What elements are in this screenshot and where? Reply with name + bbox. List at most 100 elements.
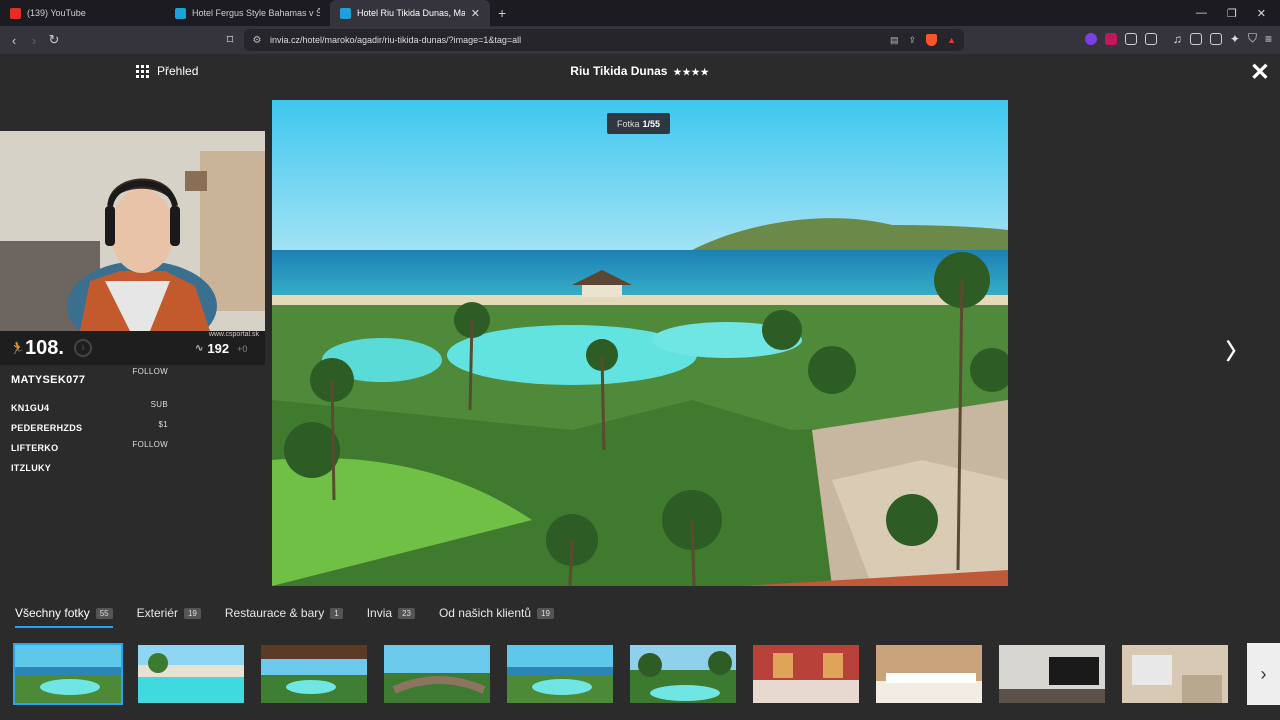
event-type: FOLLOW — [132, 367, 168, 376]
back-icon[interactable]: ‹ — [4, 33, 24, 48]
thumbnail-image — [261, 645, 367, 703]
thumbnail[interactable] — [13, 643, 123, 705]
site-info-icon[interactable]: ⚙ — [244, 35, 270, 46]
forward-icon[interactable]: › — [24, 33, 44, 48]
thumbnail[interactable] — [136, 643, 246, 705]
tab-count: 23 — [398, 607, 415, 619]
viewers-icon: ∿ — [195, 343, 204, 354]
tab-count: 19 — [537, 607, 554, 619]
list-item: LIFTERKO FOLLOW — [0, 438, 175, 458]
thumbnail[interactable] — [382, 643, 492, 705]
rank-value: 108. — [25, 337, 64, 359]
close-tab-icon[interactable]: ✕ — [471, 7, 480, 20]
thumbnails-next-button[interactable]: › — [1247, 643, 1280, 705]
thumbnail[interactable] — [505, 643, 615, 705]
tab-title: (139) YouTube — [27, 8, 86, 18]
runner-icon: 🏃 — [10, 341, 25, 355]
webcam-feed — [0, 131, 265, 331]
thumbnail-image — [753, 645, 859, 703]
event-type: FOLLOW — [132, 440, 168, 449]
tab-title: Hotel Fergus Style Bahamas v Španě... — [192, 8, 320, 18]
thumbnail-image — [999, 645, 1105, 703]
main-photo[interactable] — [272, 100, 1008, 586]
overlay-site: www.csportal.sk — [208, 331, 259, 338]
thumbnail[interactable] — [1120, 643, 1230, 705]
window-controls: — ❐ ✕ — [1196, 7, 1280, 20]
tab-label: Exteriér — [136, 606, 178, 620]
puzzle-icon[interactable] — [1124, 32, 1137, 45]
brave-rewards-icon[interactable]: ▲ — [947, 35, 956, 45]
list-item: MATYSEK077 FOLLOW — [0, 365, 175, 398]
reader-icon[interactable]: ▤ — [890, 35, 899, 46]
browser-toolbar: ‹ › ↻ ⌑ ⚙ invia.cz/hotel/maroko/agadir/r… — [0, 26, 1280, 54]
thumbnail[interactable] — [874, 643, 984, 705]
browser-tab-riu[interactable]: Hotel Riu Tikida Dunas, Maroko ✕ — [330, 0, 490, 26]
list-item: PEDERERHZDS $1 — [0, 418, 175, 438]
next-photo-arrow[interactable]: 〉 — [1226, 334, 1248, 366]
brave-shield-icon[interactable] — [926, 34, 938, 46]
extension-pink-icon[interactable] — [1104, 32, 1117, 45]
tab-invia[interactable]: Invia 23 — [367, 606, 415, 628]
leo-ai-icon[interactable]: ✦ — [1230, 32, 1240, 46]
new-tab-button[interactable]: + — [490, 5, 514, 21]
bookmark-icon[interactable]: ⌑ — [220, 32, 240, 48]
star-rating: ★★★★ — [673, 67, 710, 77]
close-gallery-icon[interactable]: ✕ — [1250, 58, 1270, 87]
music-icon[interactable]: ♫ — [1173, 32, 1182, 46]
address-bar[interactable]: ⚙ invia.cz/hotel/maroko/agadir/riu-tikid… — [244, 29, 964, 51]
tab-count: 55 — [95, 607, 113, 619]
browser-tab-fergus[interactable]: Hotel Fergus Style Bahamas v Španě... — [165, 0, 330, 26]
menu-icon[interactable]: ≡ — [1265, 32, 1272, 46]
webcam-image — [0, 131, 265, 331]
sidebar-icon[interactable] — [1189, 32, 1202, 45]
thumbnail-image — [876, 645, 982, 703]
photo-counter-prefix: Fotka — [617, 118, 640, 129]
thumbnail[interactable] — [628, 643, 738, 705]
vpn-icon[interactable]: ⛉ — [1248, 31, 1257, 46]
extensions-area: ♫ ✦ ⛉ ≡ — [1084, 31, 1272, 46]
hotel-name: Riu Tikida Dunas — [570, 64, 668, 78]
minimize-button[interactable]: — — [1196, 7, 1207, 20]
viewer-count: ∿ 192 +0 — [195, 341, 247, 356]
list-item: KN1GU4 SUB — [0, 398, 175, 418]
tab-label: Všechny fotky — [15, 606, 90, 620]
thumbnail[interactable] — [751, 643, 861, 705]
tab-all-photos[interactable]: Všechny fotky 55 — [15, 606, 113, 628]
thumbnail[interactable] — [259, 643, 369, 705]
screenshot-icon[interactable] — [1144, 32, 1157, 45]
tab-exterior[interactable]: Exteriér 19 — [137, 606, 201, 628]
close-window-button[interactable]: ✕ — [1257, 7, 1266, 20]
event-user: PEDERERHZDS — [11, 423, 83, 433]
tab-client-photos[interactable]: Od našich klientů 19 — [439, 606, 554, 628]
thumbnail[interactable] — [997, 643, 1107, 705]
tab-label: Od našich klientů — [438, 606, 532, 620]
url-text[interactable]: invia.cz/hotel/maroko/agadir/riu-tikida-… — [270, 35, 890, 45]
event-user: MATYSEK077 — [11, 374, 86, 386]
event-user: ITZLUKY — [11, 463, 52, 473]
event-type: SUB — [150, 400, 168, 409]
hotel-title: Riu Tikida Dunas ★★★★ — [0, 64, 1280, 78]
list-item: ITZLUKY — [0, 458, 175, 478]
reload-icon[interactable]: ↻ — [44, 32, 64, 48]
thumbnail-image — [15, 645, 121, 703]
tab-title: Hotel Riu Tikida Dunas, Maroko — [357, 8, 465, 18]
youtube-icon — [10, 7, 21, 19]
resort-photo — [272, 100, 1008, 586]
gallery-header: Přehled Riu Tikida Dunas ★★★★ ✕ — [0, 54, 1280, 88]
browser-tab-youtube[interactable]: (139) YouTube — [0, 0, 165, 26]
event-type: $1 — [158, 420, 168, 429]
tab-label: Restaurace & bary — [224, 606, 325, 620]
tab-label: Invia — [366, 606, 393, 620]
extension-purple-icon[interactable] — [1084, 32, 1097, 45]
viewers-value: 192 — [207, 341, 230, 356]
restore-button[interactable]: ❐ — [1227, 7, 1237, 20]
invia-favicon-icon — [340, 7, 351, 19]
share-icon[interactable]: ⇪ — [909, 35, 917, 46]
wallet-icon[interactable] — [1209, 32, 1222, 45]
thumbnail-image — [138, 645, 244, 703]
rank-badge-icon: i — [74, 339, 92, 357]
tab-restaurants[interactable]: Restaurace & bary 1 — [225, 606, 343, 628]
thumbnail-image — [384, 645, 490, 703]
thumbnail-image — [630, 645, 736, 703]
thumbnail-image — [1122, 645, 1228, 703]
